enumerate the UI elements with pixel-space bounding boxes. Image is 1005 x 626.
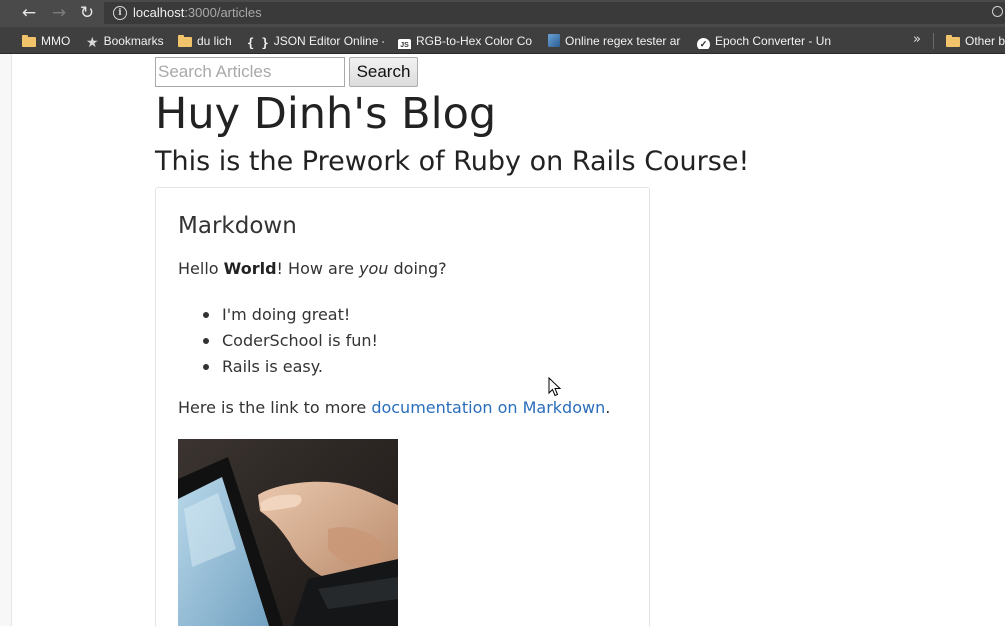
list-item: CoderSchool is fun! (178, 328, 378, 354)
article-title: Markdown (178, 213, 297, 239)
page-viewport: Search Huy Dinh's Blog This is the Prewo… (0, 54, 1005, 626)
article-link-paragraph: Here is the link to more documentation o… (178, 397, 610, 419)
link-prefix: Here is the link to more (178, 398, 372, 417)
list-item: Rails is easy. (178, 354, 378, 380)
js-icon: JS (398, 39, 411, 49)
blog-subtitle: This is the Prework of Ruby on Rails Cou… (155, 146, 750, 177)
blog-title: Huy Dinh's Blog (155, 89, 497, 139)
bookmark-regex-tester[interactable]: Online regex tester ar (548, 33, 684, 49)
greeting-middle: ! How are (276, 259, 359, 278)
bookmark-other[interactable]: Other b (946, 33, 1005, 49)
article-list: I'm doing great! CoderSchool is fun! Rai… (178, 302, 378, 380)
bookmark-label: Epoch Converter - Un (715, 34, 832, 48)
url-path: :3000/articles (184, 5, 262, 20)
greeting-prefix: Hello (178, 259, 224, 278)
regex-icon (548, 34, 560, 47)
star-icon: ★ (86, 34, 99, 49)
bookmark-label: JSON Editor Online - v (273, 34, 384, 48)
folder-icon (178, 35, 192, 47)
bookmark-rgb-to-hex[interactable]: JS RGB-to-Hex Color Co (398, 33, 534, 49)
folder-icon (22, 35, 36, 47)
address-bar[interactable]: i localhost:3000/articles (104, 2, 1005, 24)
bookmark-mmo[interactable]: MMO (22, 33, 78, 49)
greeting-suffix: doing? (388, 259, 447, 278)
window-edge (0, 54, 12, 626)
clock-icon: ✓ (697, 38, 710, 49)
braces-icon: { } (247, 36, 269, 49)
greeting-italic: you (359, 259, 389, 278)
search-button[interactable]: Search (349, 57, 418, 87)
bookmark-label: MMO (41, 34, 71, 48)
bookmark-label: RGB-to-Hex Color Co (416, 34, 533, 48)
article-card: Markdown Hello World! How are you doing?… (155, 187, 650, 626)
list-item: I'm doing great! (178, 302, 378, 328)
zoom-icon[interactable] (992, 6, 1003, 17)
tablet-photo (178, 439, 398, 626)
back-arrow-icon[interactable]: ← (19, 4, 39, 22)
search-input[interactable] (155, 57, 345, 87)
url-text: localhost:3000/articles (133, 5, 262, 21)
url-host: localhost (133, 5, 185, 20)
bookmarks-separator (933, 33, 934, 49)
bookmark-label: Other b (965, 34, 1005, 48)
bookmark-du-lich[interactable]: du lich (178, 33, 238, 49)
bookmark-epoch-converter[interactable]: ✓ Epoch Converter - Un (697, 33, 833, 49)
bookmark-label: du lich (197, 34, 232, 48)
bookmark-json-editor[interactable]: { } JSON Editor Online - v (247, 33, 384, 49)
link-suffix: . (605, 398, 611, 417)
folder-icon (946, 35, 960, 47)
greeting-bold: World (223, 259, 277, 278)
bookmark-bookmarks[interactable]: ★ Bookmarks (86, 33, 170, 49)
mouse-cursor-icon (548, 377, 562, 397)
markdown-docs-link[interactable]: documentation on Markdown (371, 398, 605, 417)
info-icon[interactable]: i (113, 6, 127, 20)
bookmark-label: Online regex tester ar (565, 34, 681, 48)
bookmark-label: Bookmarks (103, 34, 164, 48)
reload-icon[interactable]: ↻ (77, 4, 97, 22)
bookmarks-overflow-icon[interactable]: » (913, 32, 921, 47)
article-greeting: Hello World! How are you doing? (178, 258, 447, 280)
browser-toolbar: ← → ↻ i localhost:3000/articles (0, 0, 1005, 27)
forward-arrow-icon[interactable]: → (49, 4, 69, 22)
bookmarks-bar: MMO ★ Bookmarks du lich { } JSON Editor On… (0, 27, 1005, 54)
